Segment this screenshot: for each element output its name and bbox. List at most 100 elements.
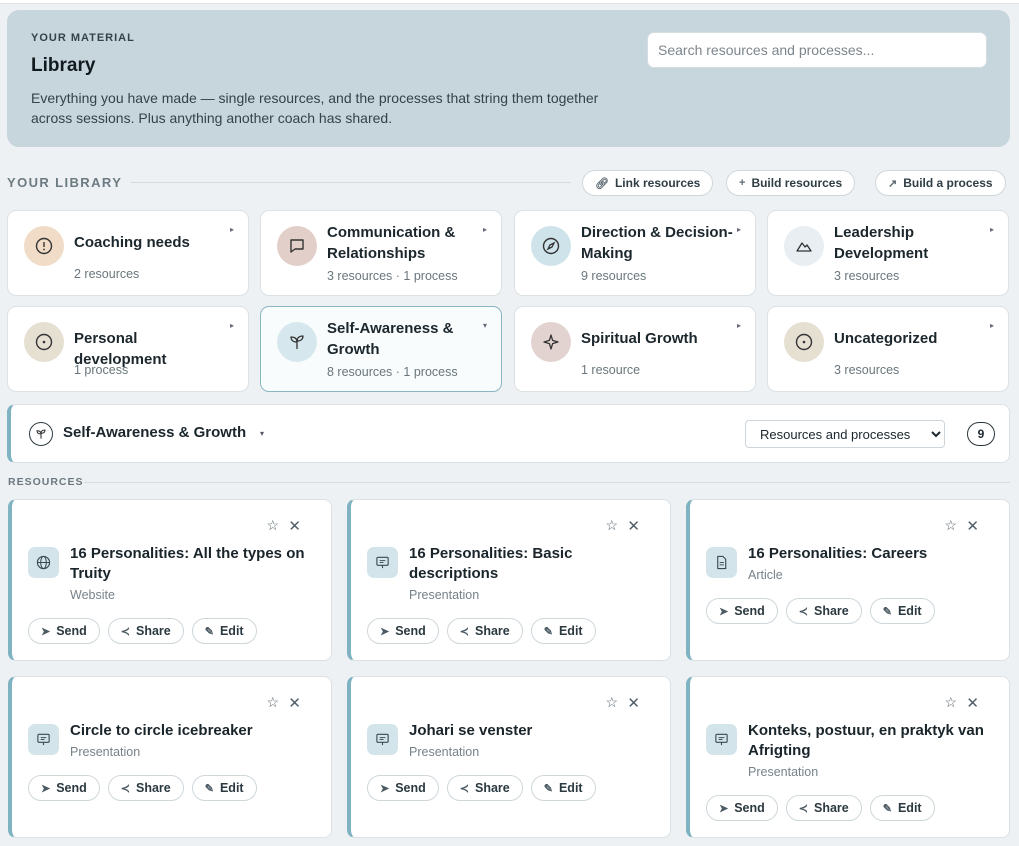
resource-title[interactable]: 16 Personalities: Careers <box>748 544 998 564</box>
selected-category-bar: Self-Awareness & Growth ▾ Resources and … <box>7 404 1010 463</box>
link-icon: 🔗︎ <box>595 177 609 190</box>
globe-icon <box>28 547 59 578</box>
share-icon: ≺ <box>798 605 808 618</box>
send-label: Send <box>734 801 765 815</box>
share-icon: ≺ <box>459 625 469 638</box>
edit-button[interactable]: ✎ Edit <box>191 775 257 801</box>
category-name: Coaching needs <box>74 234 190 251</box>
resource-title[interactable]: 16 Personalities: Basic descriptions <box>409 544 659 584</box>
circle-dot-icon <box>24 322 64 362</box>
category-count: 1 process <box>74 363 129 377</box>
resource-type: Presentation <box>409 588 480 602</box>
share-button[interactable]: ≺ Share <box>446 618 523 644</box>
resource-title[interactable]: Konteks, postuur, en praktyk van Afrigti… <box>748 721 998 761</box>
edit-label: Edit <box>897 801 922 815</box>
resource-title[interactable]: Johari se venster <box>409 721 659 741</box>
close-icon[interactable]: ✕ <box>288 694 301 712</box>
share-label: Share <box>814 801 849 815</box>
category-communication[interactable]: Communication & Relationships 3 resource… <box>260 210 502 296</box>
send-icon: ➤ <box>41 782 51 795</box>
send-button[interactable]: ➤ Send <box>367 775 439 801</box>
presentation-icon <box>706 724 737 755</box>
resource-card[interactable]: ☆ ✕ 16 Personalities: All the types on Tru… <box>8 499 332 661</box>
resource-title[interactable]: Circle to circle icebreaker <box>70 721 320 741</box>
share-button[interactable]: ≺ Share <box>446 775 523 801</box>
send-button[interactable]: ➤ Send <box>28 618 100 644</box>
send-button[interactable]: ➤ Send <box>28 775 100 801</box>
view-filter-select[interactable]: Resources and processes <box>745 420 945 448</box>
edit-button[interactable]: ✎ Edit <box>530 775 596 801</box>
resource-card[interactable]: ☆ ✕ Circle to circle icebreaker Presentatio… <box>8 676 332 838</box>
pencil-icon: ✎ <box>543 782 553 795</box>
send-button[interactable]: ➤ Send <box>367 618 439 644</box>
star-icon[interactable]: ☆ <box>266 517 279 534</box>
resource-actions: ➤ Send ≺ Share ✎ Edit <box>706 795 935 821</box>
resource-title[interactable]: 16 Personalities: All the types on Truit… <box>70 544 320 584</box>
link-resources-label: Link resources <box>614 176 701 190</box>
share-button[interactable]: ≺ Share <box>785 598 862 624</box>
resources-header: RESOURCES <box>8 476 1011 490</box>
resource-actions: ➤ Send ≺ Share ✎ Edit <box>28 775 257 801</box>
share-button[interactable]: ≺ Share <box>107 775 184 801</box>
close-icon[interactable]: ✕ <box>288 517 301 535</box>
category-name: Direction & Decision-Making <box>581 224 733 262</box>
send-icon: ➤ <box>380 782 390 795</box>
search-input[interactable] <box>647 32 987 68</box>
resource-card[interactable]: ☆ ✕ Johari se venster Presentation ➤ Send ≺ Sha… <box>347 676 671 838</box>
pencil-icon: ✎ <box>882 802 892 815</box>
chevron-down-icon[interactable]: ▾ <box>260 429 264 438</box>
resource-card[interactable]: ☆ ✕ 16 Personalities: Careers Article ➤ Send ≺… <box>686 499 1010 661</box>
mountain-icon <box>784 226 824 266</box>
close-icon[interactable]: ✕ <box>627 694 640 712</box>
category-count: 3 resources · 1 process <box>327 269 458 283</box>
resource-card[interactable]: ☆ ✕ 16 Personalities: Basic descriptions Pr… <box>347 499 671 661</box>
divider <box>84 482 1010 483</box>
share-label: Share <box>136 624 171 638</box>
resource-card[interactable]: ☆ ✕ Konteks, postuur, en praktyk van Afrig… <box>686 676 1010 838</box>
share-button[interactable]: ≺ Share <box>107 618 184 644</box>
star-icon[interactable]: ☆ <box>605 517 618 534</box>
chevron-right-icon: ▸ <box>482 225 487 234</box>
send-label: Send <box>56 624 87 638</box>
edit-label: Edit <box>558 781 583 795</box>
build-process-label: Build a process <box>903 176 993 190</box>
star-icon[interactable]: ☆ <box>605 694 618 711</box>
star-icon[interactable]: ☆ <box>944 517 957 534</box>
edit-button[interactable]: ✎ Edit <box>869 795 935 821</box>
build-resources-button[interactable]: + Build resources <box>726 170 856 196</box>
send-button[interactable]: ➤ Send <box>706 795 778 821</box>
share-label: Share <box>814 604 849 618</box>
resource-type: Article <box>748 568 783 582</box>
share-label: Share <box>136 781 171 795</box>
share-button[interactable]: ≺ Share <box>785 795 862 821</box>
star-icon[interactable]: ☆ <box>944 694 957 711</box>
build-process-button[interactable]: ↗ Build a process <box>875 170 1006 196</box>
eyebrow-label: YOUR MATERIAL <box>31 32 135 44</box>
category-direction[interactable]: Direction & Decision-Making 9 resources … <box>514 210 756 296</box>
selected-category-name[interactable]: Self-Awareness & Growth <box>63 424 246 441</box>
link-resources-button[interactable]: 🔗︎ Link resources <box>582 170 714 196</box>
star-icon[interactable]: ☆ <box>266 694 279 711</box>
category-uncategorized[interactable]: Uncategorized 3 resources ▸ <box>767 306 1009 392</box>
category-self-awareness[interactable]: Self-Awareness & Growth 8 resources · 1 … <box>260 306 502 392</box>
edit-button[interactable]: ✎ Edit <box>530 618 596 644</box>
category-name: Leadership Development <box>834 224 929 262</box>
edit-button[interactable]: ✎ Edit <box>191 618 257 644</box>
sparkle-icon <box>531 322 571 362</box>
category-personal-development[interactable]: Personal development 1 process ▸ <box>7 306 249 392</box>
category-name: Spiritual Growth <box>581 330 698 347</box>
close-icon[interactable]: ✕ <box>966 694 979 712</box>
category-leadership[interactable]: Leadership Development 3 resources ▸ <box>767 210 1009 296</box>
resource-actions: ➤ Send ≺ Share ✎ Edit <box>367 775 596 801</box>
share-label: Share <box>475 624 510 638</box>
category-coaching-needs[interactable]: Coaching needs 2 resources ▸ <box>7 210 249 296</box>
edit-button[interactable]: ✎ Edit <box>869 598 935 624</box>
close-icon[interactable]: ✕ <box>627 517 640 535</box>
category-spiritual-growth[interactable]: Spiritual Growth 1 resource ▸ <box>514 306 756 392</box>
section-label: RESOURCES <box>8 476 84 488</box>
your-library-header: YOUR LIBRARY 🔗︎ Link resources + Build r… <box>7 170 1010 196</box>
chevron-right-icon: ▸ <box>736 321 741 330</box>
resource-actions: ➤ Send ≺ Share ✎ Edit <box>706 598 935 624</box>
send-button[interactable]: ➤ Send <box>706 598 778 624</box>
close-icon[interactable]: ✕ <box>966 517 979 535</box>
